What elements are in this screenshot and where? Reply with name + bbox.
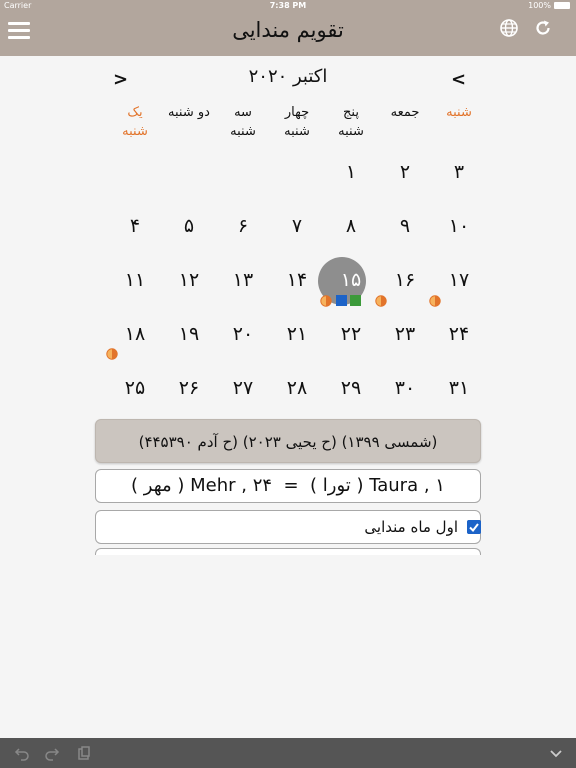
empty-area (0, 555, 576, 738)
calendar-day[interactable]: ۲۵ (108, 368, 162, 408)
checkbox-checked-icon[interactable] (467, 520, 481, 534)
page-title: تقویم مندایی (232, 18, 344, 42)
event-blue-icon (336, 295, 347, 306)
calendar-day[interactable]: ۱ (324, 152, 378, 192)
calendar-day[interactable]: ۳ (432, 152, 486, 192)
weekday-label: دو شنبه (162, 103, 216, 122)
option-label: اول ماه مندایی (364, 518, 458, 536)
calendar-day[interactable]: ۲۷ (216, 368, 270, 408)
moon-phase-icon (375, 295, 387, 307)
calendar-day[interactable]: ۲۶ (162, 368, 216, 408)
weekday-label: شنبه (432, 103, 486, 122)
calendar-day[interactable]: ۲۸ (270, 368, 324, 408)
chevron-down-icon[interactable] (548, 745, 564, 761)
calendar-day[interactable]: ۴ (108, 206, 162, 246)
date-conversion-box: ( مهر ) Mehr , ۲۴ = ( تورا ) Taura , ۱ (95, 469, 481, 503)
calendar-day[interactable]: ۷ (270, 206, 324, 246)
moon-phase-icon (106, 348, 118, 360)
calendar-day[interactable]: ۵ (162, 206, 216, 246)
weekday-line1: جمعه (390, 105, 420, 120)
status-time: 7:38 PM (269, 1, 307, 10)
calendar-day[interactable]: ۲۰ (216, 314, 270, 354)
battery-indicator: 100% (528, 1, 570, 10)
option-first-mandaean-month[interactable]: اول ماه مندایی (95, 510, 481, 544)
calendar-day[interactable]: ۲۱ (270, 314, 324, 354)
weekday-line1: پنج (343, 105, 359, 120)
month-label: اکتبر ۲۰۲۰ (248, 66, 328, 87)
nav-bar: تقویم مندایی (0, 12, 576, 56)
calendar-day[interactable]: ۱۴ (270, 260, 324, 300)
event-green-icon (350, 295, 361, 306)
weekday-label: چهار شنبه (270, 103, 324, 141)
weekday-label: جمعه (378, 103, 432, 122)
calendar-day[interactable]: ۳۱ (432, 368, 486, 408)
battery-percent: 100% (528, 1, 551, 10)
calendar-day[interactable]: ۹ (378, 206, 432, 246)
calendar-day[interactable]: ۱۲ (162, 260, 216, 300)
weekday-line2: شنبه (338, 124, 364, 139)
weekday-label: پنج شنبه (324, 103, 378, 141)
calendar-day[interactable]: ۲ (378, 152, 432, 192)
weekday-line2: شنبه (284, 124, 310, 139)
weekday-line2: شنبه (122, 124, 148, 139)
calendar-day[interactable]: ۲۹ (324, 368, 378, 408)
weekday-line1: شنبه (446, 105, 472, 120)
calendar-day[interactable]: ۲۲ (324, 314, 378, 354)
calendar-day[interactable]: ۱۳ (216, 260, 270, 300)
weekday-line1: یک (127, 105, 143, 120)
globe-icon[interactable] (499, 18, 519, 38)
calendar-day[interactable]: ۸ (324, 206, 378, 246)
weekday-label: یک شنبه (108, 103, 162, 141)
calendar-day[interactable]: ۱۹ (162, 314, 216, 354)
month-header: > اکتبر ۲۰۲۰ < (95, 66, 481, 92)
calendar-day[interactable]: ۱۵ (324, 260, 378, 300)
battery-icon (554, 2, 570, 9)
date-info-box: (شمسی ۱۳۹۹) (ح یحیی ۲۰۲۳) (ح آدم ۴۴۵۳۹۰) (95, 419, 481, 463)
weekday-line2: شنبه (230, 124, 256, 139)
weekday-line1: سه (234, 105, 252, 120)
calendar-day[interactable]: ۶ (216, 206, 270, 246)
clipboard-icon[interactable] (76, 745, 92, 761)
calendar-day[interactable]: ۱۰ (432, 206, 486, 246)
calendar-day[interactable]: ۱۱ (108, 260, 162, 300)
undo-icon[interactable] (14, 745, 30, 761)
next-month-button[interactable]: < (451, 69, 466, 90)
calendar-day[interactable]: ۱۷ (432, 260, 486, 300)
weekday-line1: چهار (284, 105, 310, 120)
weekday-label: سه شنبه (216, 103, 270, 141)
status-bar: Carrier 7:38 PM 100% (0, 0, 576, 12)
calendar-day[interactable]: ۱۶ (378, 260, 432, 300)
weekday-line1: دو شنبه (168, 105, 210, 120)
redo-icon[interactable] (44, 745, 60, 761)
moon-phase-icon (320, 295, 332, 307)
refresh-icon[interactable] (533, 18, 553, 38)
moon-phase-icon (429, 295, 441, 307)
calendar-day[interactable]: ۳۰ (378, 368, 432, 408)
keyboard-toolbar (0, 738, 576, 768)
calendar-day[interactable]: ۲۴ (432, 314, 486, 354)
calendar-day[interactable]: ۲۳ (378, 314, 432, 354)
